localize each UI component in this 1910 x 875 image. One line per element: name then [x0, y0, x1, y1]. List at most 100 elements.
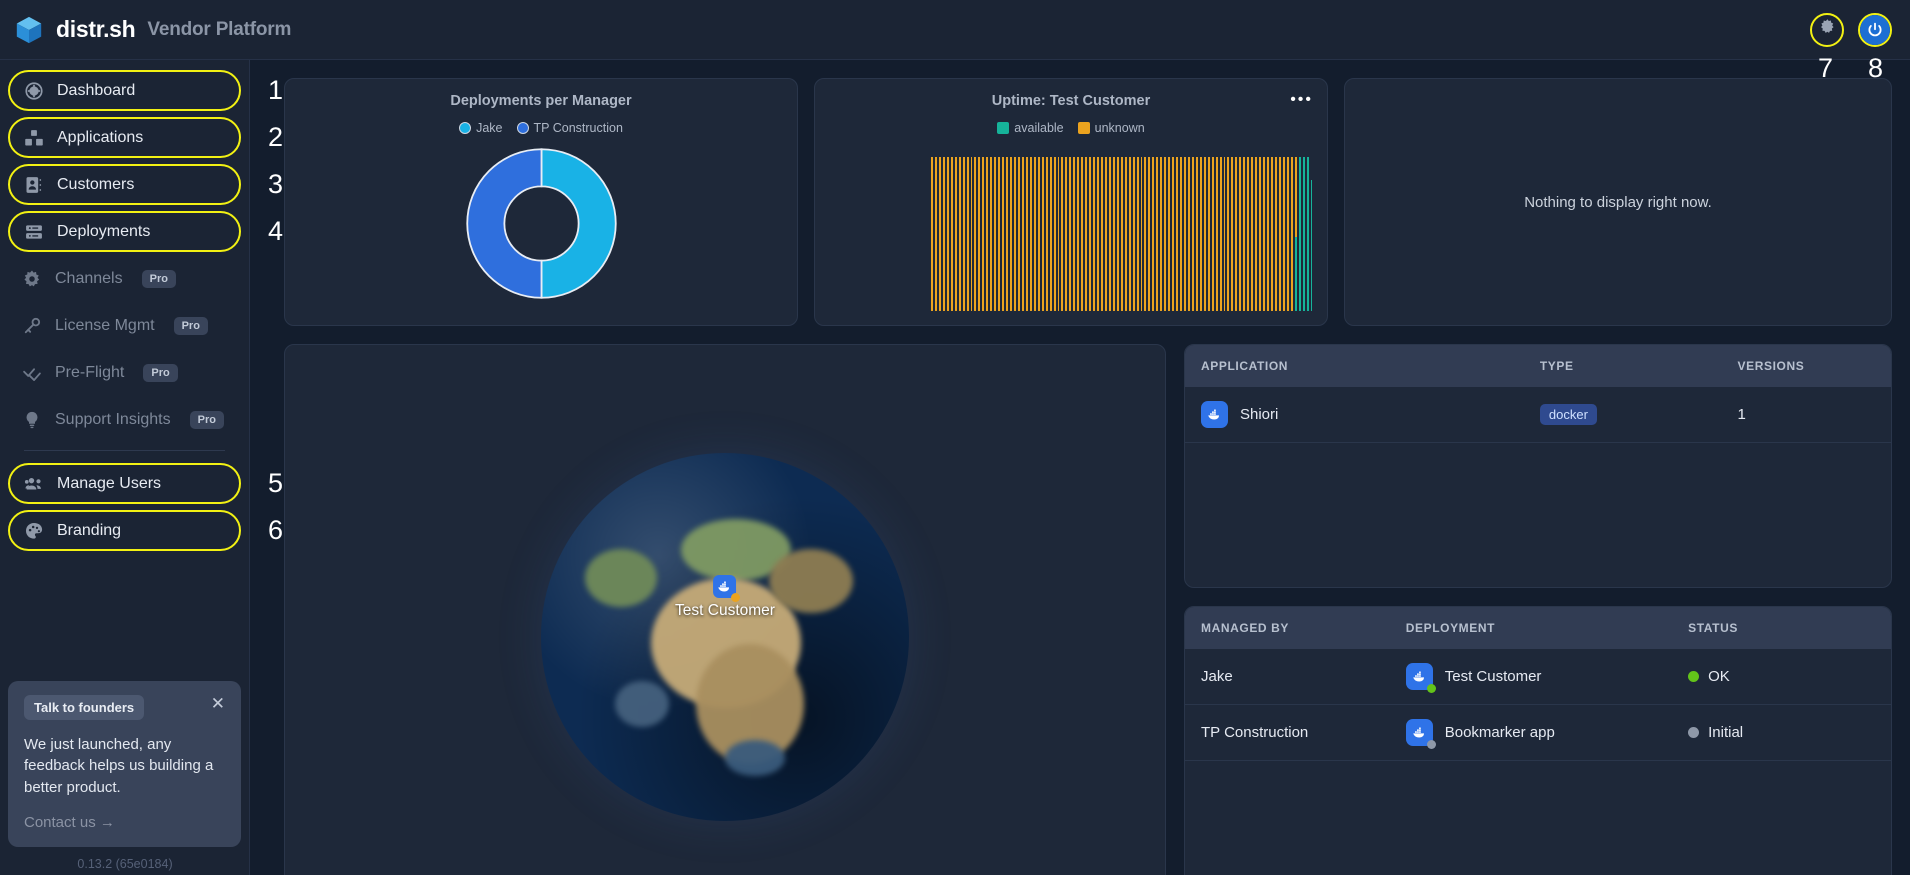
uptime-bar[interactable]	[954, 157, 957, 311]
uptime-bar[interactable]	[1270, 157, 1273, 311]
uptime-bar[interactable]	[1033, 157, 1036, 311]
uptime-bar[interactable]	[1203, 157, 1206, 311]
close-icon[interactable]: ✕	[211, 695, 225, 712]
uptime-bar[interactable]	[1049, 157, 1052, 311]
settings-button[interactable]: 7	[1810, 12, 1844, 81]
uptime-bar[interactable]	[990, 157, 993, 311]
legend-item[interactable]: Jake	[459, 121, 503, 135]
uptime-bar[interactable]	[1274, 157, 1277, 311]
uptime-bar[interactable]	[1172, 157, 1175, 311]
uptime-bar[interactable]	[1148, 157, 1151, 311]
uptime-bar[interactable]	[1089, 157, 1092, 311]
uptime-bar[interactable]	[1002, 157, 1005, 311]
uptime-bar[interactable]	[1136, 157, 1139, 311]
uptime-bar[interactable]	[1160, 157, 1163, 311]
uptime-bar[interactable]	[1069, 157, 1072, 311]
uptime-bar[interactable]	[1164, 157, 1167, 311]
uptime-bar-chart[interactable]	[931, 157, 1313, 311]
uptime-bar[interactable]	[1021, 157, 1024, 311]
uptime-bar[interactable]	[934, 157, 937, 311]
uptime-bar[interactable]	[1006, 157, 1009, 311]
uptime-bar[interactable]	[1073, 157, 1076, 311]
uptime-bar[interactable]	[1140, 157, 1143, 311]
sidebar-item-pre-flight[interactable]: Pre-Flight Pro	[8, 352, 241, 393]
uptime-bar[interactable]	[1045, 157, 1048, 311]
uptime-bar[interactable]	[1085, 157, 1088, 311]
uptime-bar[interactable]	[1239, 157, 1242, 311]
uptime-bar[interactable]	[1207, 157, 1210, 311]
sidebar-item-manage-users[interactable]: Manage Users 5	[8, 463, 283, 504]
sidebar-item-license-mgmt[interactable]: License Mgmt Pro	[8, 305, 241, 346]
sidebar-item-branding[interactable]: Branding 6	[8, 510, 283, 551]
uptime-bar[interactable]	[962, 157, 965, 311]
uptime-bar[interactable]	[1211, 157, 1214, 311]
contact-us-link[interactable]: Contact us →	[24, 814, 225, 831]
uptime-bar[interactable]	[1017, 157, 1020, 311]
uptime-bar[interactable]	[1302, 157, 1305, 311]
uptime-bar[interactable]	[1108, 157, 1111, 311]
uptime-bar[interactable]	[1061, 157, 1064, 311]
uptime-bar[interactable]	[1057, 157, 1060, 311]
sidebar-item-deployments[interactable]: Deployments 4	[8, 211, 283, 252]
table-row[interactable]: TP Construction Bookmarker app Initial	[1185, 704, 1891, 761]
uptime-bar[interactable]	[1255, 157, 1258, 311]
uptime-bar[interactable]	[1156, 157, 1159, 311]
uptime-bar[interactable]	[1144, 157, 1147, 311]
legend-item[interactable]: TP Construction	[516, 121, 623, 135]
donut-chart[interactable]	[285, 141, 797, 306]
table-row[interactable]: Shiori docker 1	[1185, 387, 1891, 443]
uptime-bar[interactable]	[1132, 157, 1135, 311]
uptime-bar[interactable]	[1310, 157, 1313, 311]
globe-pin-test-customer[interactable]: Test Customer	[675, 575, 775, 620]
uptime-bar[interactable]	[1093, 157, 1096, 311]
uptime-bar[interactable]	[1243, 157, 1246, 311]
globe-map-card[interactable]: Test Customer	[284, 344, 1166, 875]
uptime-bar[interactable]	[1081, 157, 1084, 311]
uptime-bar[interactable]	[1168, 157, 1171, 311]
uptime-bar[interactable]	[998, 157, 1001, 311]
uptime-bar[interactable]	[1227, 157, 1230, 311]
uptime-bar[interactable]	[1120, 157, 1123, 311]
uptime-bar[interactable]	[1037, 157, 1040, 311]
uptime-bar[interactable]	[1176, 157, 1179, 311]
uptime-bar[interactable]	[950, 157, 953, 311]
uptime-bar[interactable]	[1180, 157, 1182, 311]
uptime-bar[interactable]	[1215, 157, 1218, 311]
uptime-bar[interactable]	[1251, 157, 1254, 311]
legend-item[interactable]: available	[997, 121, 1064, 135]
uptime-bar[interactable]	[1223, 157, 1226, 311]
uptime-bar[interactable]	[1077, 157, 1080, 311]
brand[interactable]: distr.sh Vendor Platform	[0, 15, 291, 45]
uptime-bar[interactable]	[1097, 157, 1099, 311]
uptime-bar[interactable]	[1152, 157, 1155, 311]
uptime-bar[interactable]	[1065, 157, 1068, 311]
more-horizontal-icon[interactable]: •••	[1290, 92, 1313, 108]
uptime-bar[interactable]	[970, 157, 973, 311]
uptime-bar[interactable]	[1247, 157, 1250, 311]
uptime-bar[interactable]	[1290, 157, 1293, 311]
sidebar-item-channels[interactable]: Channels Pro	[8, 258, 241, 299]
uptime-bar[interactable]	[1116, 157, 1119, 311]
uptime-bar[interactable]	[1306, 157, 1309, 311]
uptime-bar[interactable]	[1259, 157, 1262, 311]
uptime-bar[interactable]	[1184, 157, 1186, 311]
uptime-bar[interactable]	[1112, 157, 1115, 311]
table-row[interactable]: Jake Test Customer OK	[1185, 649, 1891, 705]
uptime-bar[interactable]	[1187, 157, 1190, 311]
uptime-bar[interactable]	[1029, 157, 1032, 311]
uptime-bar[interactable]	[1282, 157, 1285, 311]
sidebar-item-customers[interactable]: Customers 3	[8, 164, 283, 205]
uptime-bar[interactable]	[1053, 157, 1056, 311]
uptime-bar[interactable]	[974, 157, 977, 311]
uptime-bar[interactable]	[1195, 157, 1198, 311]
uptime-bar[interactable]	[1104, 157, 1107, 311]
uptime-bar[interactable]	[1278, 157, 1281, 311]
uptime-bar[interactable]	[1124, 157, 1127, 311]
sidebar-item-support-insights[interactable]: Support Insights Pro	[8, 399, 241, 440]
sidebar-item-dashboard[interactable]: Dashboard 1	[8, 70, 283, 111]
uptime-bar[interactable]	[1298, 157, 1301, 311]
legend-item[interactable]: unknown	[1077, 121, 1145, 135]
uptime-bar[interactable]	[958, 157, 961, 311]
uptime-bar[interactable]	[982, 157, 985, 311]
sidebar-item-applications[interactable]: Applications 2	[8, 117, 283, 158]
